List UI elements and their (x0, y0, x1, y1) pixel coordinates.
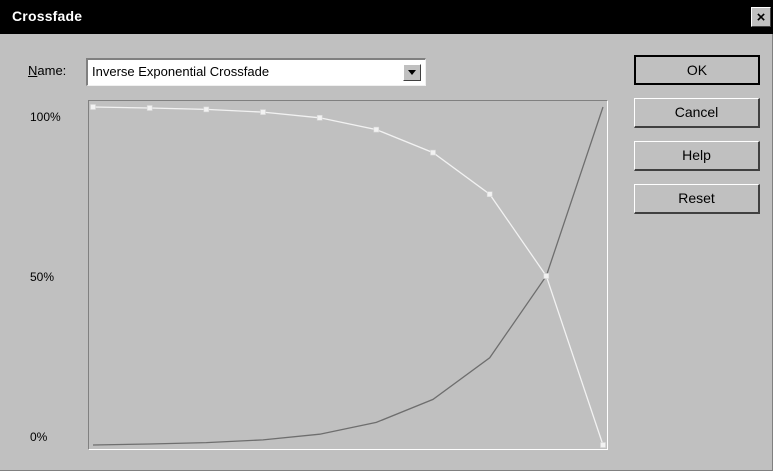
curve-point-handle[interactable] (146, 105, 153, 111)
help-button[interactable]: Help (634, 141, 760, 171)
curve-point-handle[interactable] (260, 109, 266, 115)
y-tick-100: 100% (30, 110, 61, 124)
curve-point-handle[interactable] (203, 106, 210, 113)
curve-point-handle[interactable] (373, 126, 380, 133)
fade_in-curve (92, 106, 604, 446)
curve-point-handle[interactable] (90, 104, 96, 110)
crossfade-graph[interactable] (88, 100, 608, 450)
ok-button[interactable]: OK (634, 55, 760, 85)
name-dropdown[interactable]: Inverse Exponential Crossfade (86, 58, 426, 86)
cancel-button[interactable]: Cancel (634, 98, 760, 128)
curve-point-handle[interactable] (316, 115, 323, 121)
close-icon[interactable]: × (751, 7, 771, 27)
dropdown-arrow-icon[interactable] (403, 64, 421, 81)
curve-point-handle[interactable] (486, 191, 493, 197)
window-title: Crossfade (12, 8, 83, 24)
y-tick-0: 0% (30, 430, 48, 444)
y-tick-50: 50% (30, 270, 55, 284)
name-label-text: ame: (37, 63, 67, 78)
name-label-mnemonic: N (28, 63, 38, 78)
reset-button[interactable]: Reset (634, 184, 760, 214)
title-bar: Crossfade × (0, 0, 773, 34)
name-dropdown-value: Inverse Exponential Crossfade (92, 64, 270, 79)
name-label: Name: (28, 63, 66, 78)
curve-point-handle[interactable] (430, 149, 436, 156)
crossfade-dialog: Crossfade × Name: Inverse Exponential Cr… (0, 0, 773, 471)
curve-point-handle[interactable] (543, 273, 550, 279)
fade_out-curve (92, 106, 604, 446)
curve-point-handle[interactable] (600, 442, 606, 448)
crossfade-curve-plot (90, 104, 606, 448)
